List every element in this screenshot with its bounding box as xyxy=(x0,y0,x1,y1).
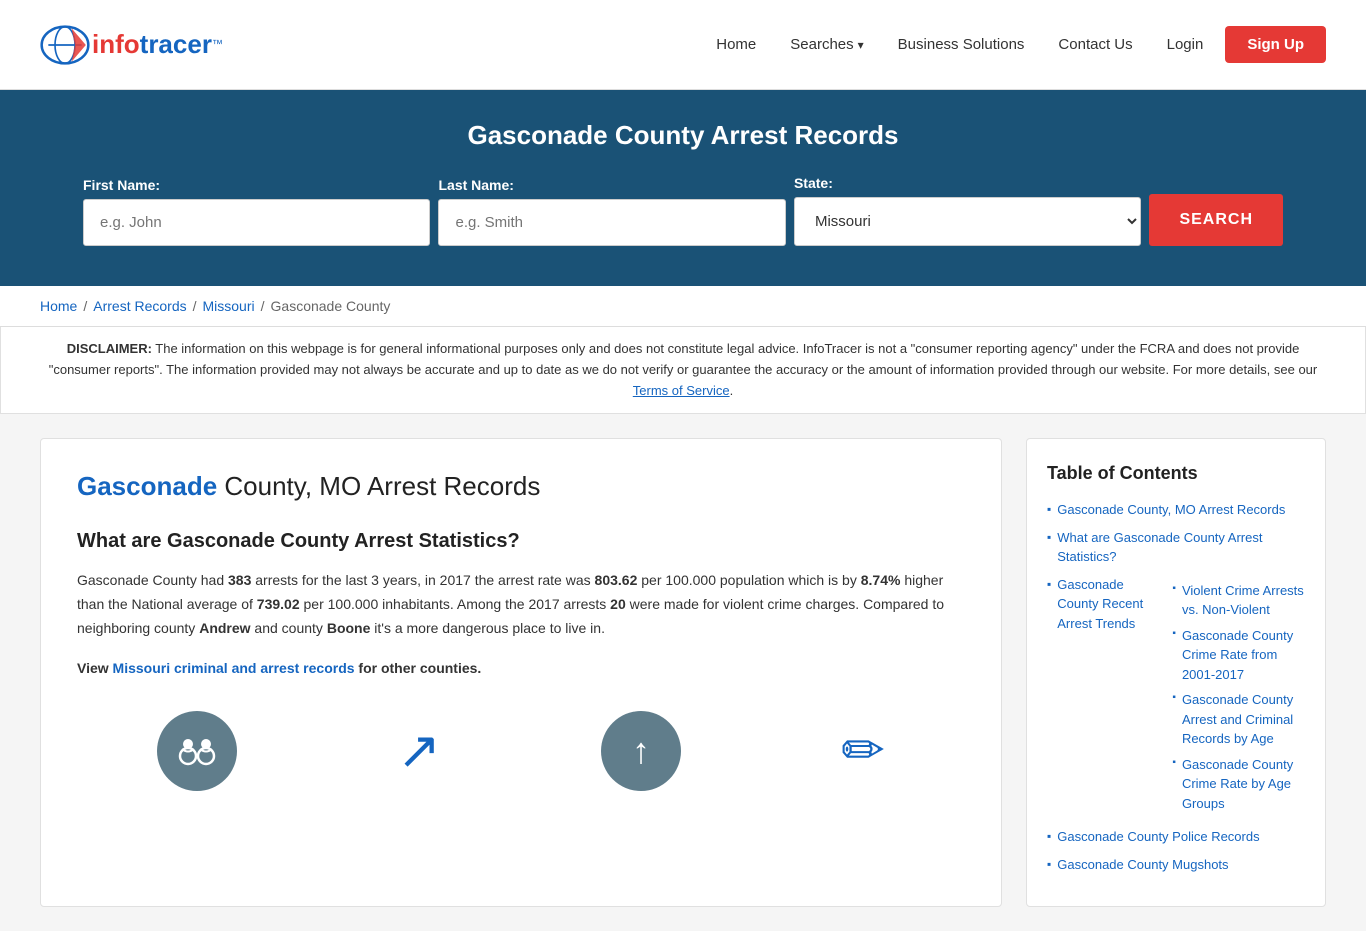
breadcrumb-arrest-records[interactable]: Arrest Records xyxy=(93,298,186,314)
toc-list-item: Gasconade County Mugshots xyxy=(1047,855,1305,875)
toc-link[interactable]: Gasconade County Police Records xyxy=(1057,827,1259,847)
breadcrumb-bar: Home / Arrest Records / Missouri / Gasco… xyxy=(0,286,1366,327)
content-paragraph-1: Gasconade County had 383 arrests for the… xyxy=(77,569,965,640)
breadcrumb-sep-3: / xyxy=(261,298,265,314)
toc-sublist-link[interactable]: Violent Crime Arrests vs. Non-Violent xyxy=(1182,581,1305,620)
disclaimer-tos-link[interactable]: Terms of Service xyxy=(633,383,730,398)
toc-sublist-link[interactable]: Gasconade County Crime Rate by Age Group… xyxy=(1182,755,1305,814)
content-area: Gasconade County, MO Arrest Records What… xyxy=(40,438,1002,907)
nav-searches[interactable]: Searches ▾ xyxy=(778,28,875,61)
firstname-input[interactable] xyxy=(83,199,430,246)
content-subtitle: What are Gasconade County Arrest Statist… xyxy=(77,530,965,553)
toc-list-item: What are Gasconade County Arrest Statist… xyxy=(1047,528,1305,567)
chevron-down-icon: ▾ xyxy=(858,38,864,52)
lastname-input[interactable] xyxy=(438,199,785,246)
breadcrumb-missouri[interactable]: Missouri xyxy=(203,298,255,314)
logo[interactable]: infotracer™ xyxy=(40,20,223,70)
toc-title: Table of Contents xyxy=(1047,463,1305,484)
sidebar: Table of Contents Gasconade County, MO A… xyxy=(1026,438,1326,907)
toc-link[interactable]: Gasconade County, MO Arrest Records xyxy=(1057,500,1285,520)
state-label: State: xyxy=(794,175,1141,191)
up-arrow-gray-icon: ↑ xyxy=(601,711,681,791)
toc-list-item: Gasconade County, MO Arrest Records xyxy=(1047,500,1305,520)
disclaimer-label: DISCLAIMER: xyxy=(67,341,152,356)
disclaimer: DISCLAIMER: The information on this webp… xyxy=(0,327,1366,414)
toc-sublist-link[interactable]: Gasconade County Crime Rate from 2001-20… xyxy=(1182,626,1305,685)
arrest-percent: 8.74% xyxy=(861,572,901,588)
content-main-title: Gasconade County, MO Arrest Records xyxy=(77,471,965,502)
hero-title: Gasconade County Arrest Records xyxy=(40,120,1326,151)
content-paragraph-2: View Missouri criminal and arrest record… xyxy=(77,657,965,681)
nav-business-solutions[interactable]: Business Solutions xyxy=(886,28,1037,61)
firstname-group: First Name: xyxy=(83,177,430,246)
missouri-records-link[interactable]: Missouri criminal and arrest records xyxy=(113,660,355,676)
toc-sublist-item: Gasconade County Arrest and Criminal Rec… xyxy=(1172,690,1305,749)
toc-link[interactable]: What are Gasconade County Arrest Statist… xyxy=(1057,528,1305,567)
national-average: 739.02 xyxy=(257,596,300,612)
nav-home[interactable]: Home xyxy=(704,28,768,61)
toc-list: Gasconade County, MO Arrest Records What … xyxy=(1047,500,1305,874)
breadcrumb: Home / Arrest Records / Missouri / Gasco… xyxy=(40,298,1326,314)
pencil-icon: ✏ xyxy=(841,725,885,777)
toc-sublist-item: Violent Crime Arrests vs. Non-Violent xyxy=(1172,581,1305,620)
main-content: Gasconade County, MO Arrest Records What… xyxy=(0,414,1366,931)
toc-list-item: Gasconade County Recent Arrest Trends Vio… xyxy=(1047,575,1305,820)
arrow-up-icon: ↗ xyxy=(397,725,441,777)
lastname-group: Last Name: xyxy=(438,177,785,246)
nav-signup-button[interactable]: Sign Up xyxy=(1225,26,1326,63)
hero-section: Gasconade County Arrest Records First Na… xyxy=(0,90,1366,286)
nav-contact-us[interactable]: Contact Us xyxy=(1046,28,1144,61)
toc-link[interactable]: Gasconade County Recent Arrest Trends xyxy=(1057,575,1152,634)
people-icon xyxy=(157,711,237,791)
toc-link[interactable]: Gasconade County Mugshots xyxy=(1057,855,1228,875)
search-button[interactable]: SEARCH xyxy=(1149,194,1283,246)
firstname-label: First Name: xyxy=(83,177,430,193)
andrew-county: Andrew xyxy=(199,620,250,636)
state-group: State: AlabamaAlaskaArizonaArkansasCalif… xyxy=(794,175,1141,246)
state-select[interactable]: AlabamaAlaskaArizonaArkansasCaliforniaCo… xyxy=(794,197,1141,246)
icons-row: ↗ ↑ ✏ xyxy=(77,701,965,791)
lastname-label: Last Name: xyxy=(438,177,785,193)
breadcrumb-sep-1: / xyxy=(83,298,87,314)
toc-sublist-item: Gasconade County Crime Rate from 2001-20… xyxy=(1172,626,1305,685)
logo-text: infotracer™ xyxy=(92,29,223,60)
disclaimer-text: The information on this webpage is for g… xyxy=(49,341,1318,377)
toc-sublist-item: Gasconade County Crime Rate by Age Group… xyxy=(1172,755,1305,814)
search-form: First Name: Last Name: State: AlabamaAla… xyxy=(83,175,1283,246)
toc-sublist-link[interactable]: Gasconade County Arrest and Criminal Rec… xyxy=(1182,690,1305,749)
boone-county: Boone xyxy=(327,620,371,636)
violent-count: 20 xyxy=(610,596,626,612)
content-title-highlight: Gasconade xyxy=(77,471,217,501)
main-nav: Home Searches ▾ Business Solutions Conta… xyxy=(704,26,1326,63)
toc-list-item: Gasconade County Police Records xyxy=(1047,827,1305,847)
arrests-count: 383 xyxy=(228,572,251,588)
logo-icon xyxy=(40,20,90,70)
site-header: infotracer™ Home Searches ▾ Business Sol… xyxy=(0,0,1366,90)
arrest-rate: 803.62 xyxy=(595,572,638,588)
content-title-rest: County, MO Arrest Records xyxy=(217,471,540,501)
breadcrumb-current: Gasconade County xyxy=(271,298,391,314)
disclaimer-suffix: . xyxy=(730,383,734,398)
breadcrumb-sep-2: / xyxy=(193,298,197,314)
nav-login[interactable]: Login xyxy=(1155,28,1216,61)
breadcrumb-home[interactable]: Home xyxy=(40,298,77,314)
